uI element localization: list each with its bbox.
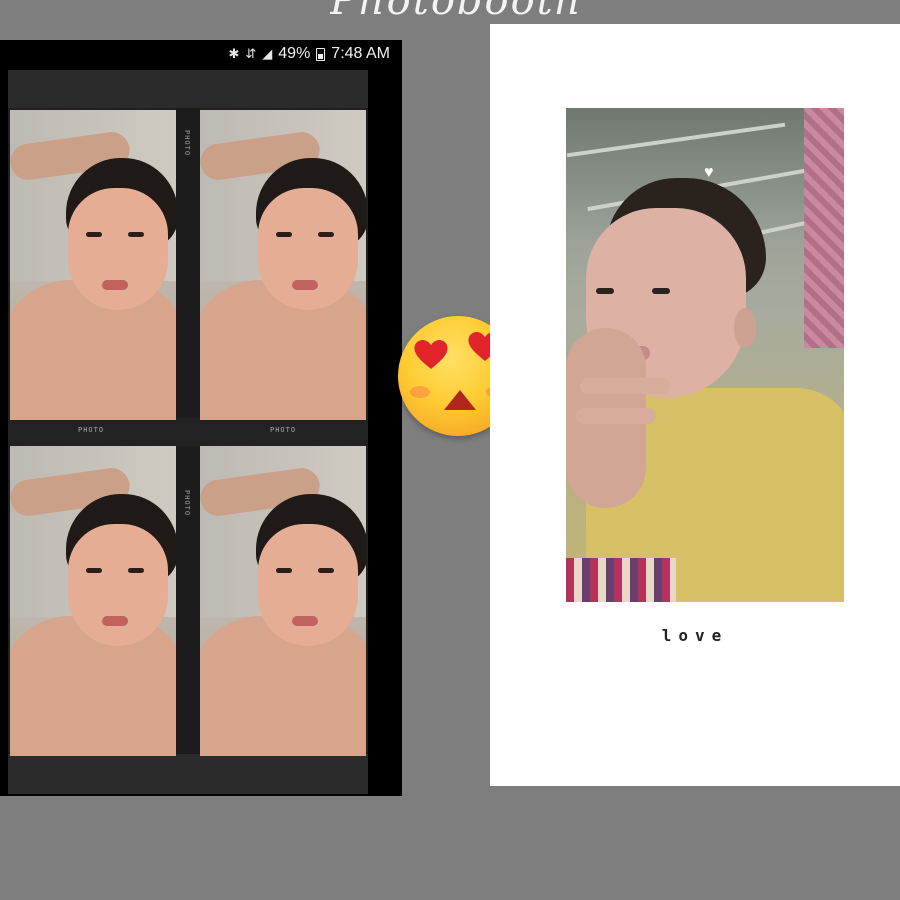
status-bar: ✱ ⇵ ◢ 49% 7:48 AM xyxy=(0,40,402,70)
battery-icon xyxy=(316,47,326,61)
film-bottom-band xyxy=(8,754,368,794)
header-title: Photobooth xyxy=(330,0,590,18)
battery-percent: 49% xyxy=(278,45,311,62)
film-frame-4[interactable] xyxy=(200,446,366,756)
film-frame-2[interactable] xyxy=(200,110,366,420)
vibrate-icon: ⇵ xyxy=(245,46,257,61)
photo-caption: love xyxy=(661,626,729,645)
film-frame-label-2: PHOTO xyxy=(270,426,297,434)
bluetooth-icon: ✱ xyxy=(228,46,240,61)
status-time: 7:48 AM xyxy=(331,45,390,62)
phone-screenshot: ✱ ⇵ ◢ 49% 7:48 AM PHOTO PHOTO PHOTO PHOT… xyxy=(0,40,402,796)
film-frame-label-1: PHOTO xyxy=(78,426,105,434)
heart-icon xyxy=(414,340,448,369)
film-rail-label-top: PHOTO xyxy=(183,130,191,157)
film-strip: PHOTO PHOTO PHOTO PHOTO xyxy=(8,70,368,794)
emoji-mouth xyxy=(444,390,476,410)
film-frame-3[interactable] xyxy=(10,446,176,756)
photo-card: ♥ love xyxy=(490,24,900,786)
film-frame-1[interactable] xyxy=(10,110,176,420)
film-rail-label-bottom: PHOTO xyxy=(183,490,191,517)
heart-icon: ♥ xyxy=(704,164,714,181)
portrait-photo[interactable] xyxy=(566,108,844,602)
film-top-band xyxy=(8,70,368,108)
signal-icon: ◢ xyxy=(262,46,273,61)
film-divider xyxy=(8,418,368,446)
